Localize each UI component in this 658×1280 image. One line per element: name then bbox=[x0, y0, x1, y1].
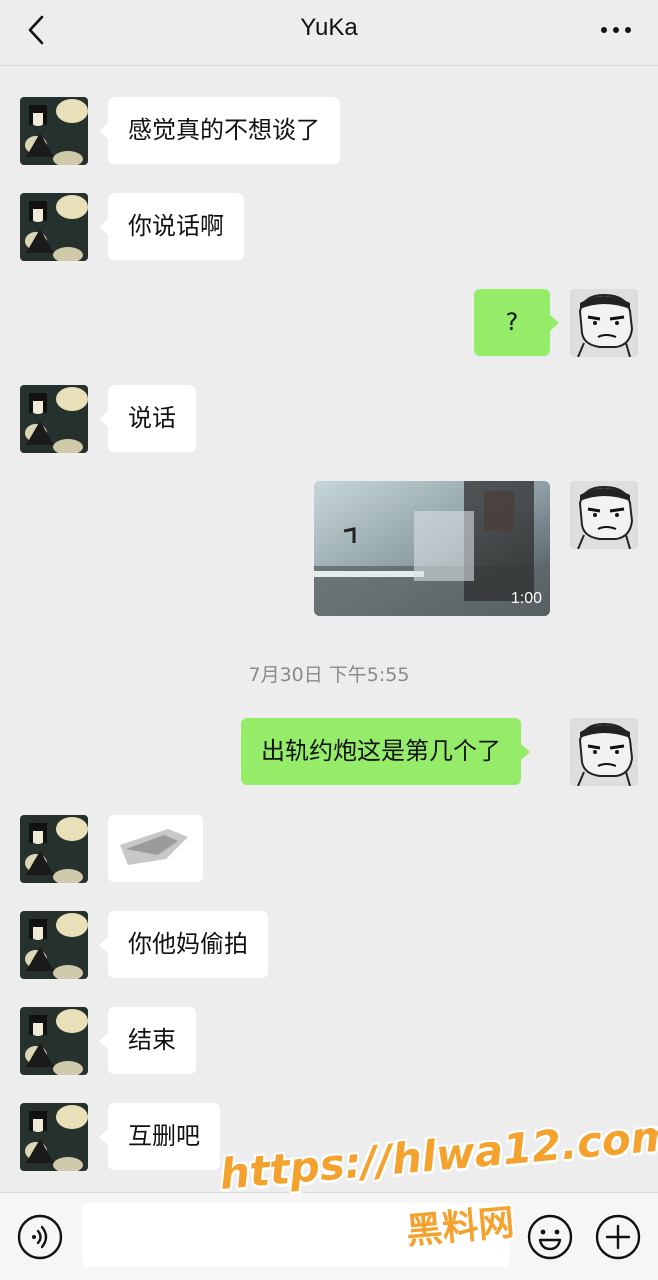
message-input[interactable] bbox=[82, 1203, 510, 1267]
emoji-button[interactable] bbox=[526, 1213, 574, 1261]
emoji-icon bbox=[527, 1214, 573, 1260]
contact-avatar[interactable] bbox=[20, 385, 88, 453]
message-bubble[interactable]: ? bbox=[474, 289, 559, 356]
more-button[interactable] bbox=[596, 14, 636, 46]
input-bar bbox=[0, 1192, 658, 1280]
contact-avatar[interactable] bbox=[20, 97, 88, 165]
chat-screen: YuKa 感觉真的不想谈了 你说话啊 ? 说话 1:00 7月30日 下午5:5… bbox=[0, 0, 658, 1280]
chat-title: YuKa bbox=[300, 14, 358, 41]
message-bubble[interactable]: 结束 bbox=[99, 1007, 196, 1074]
timestamp: 7月30日 下午5:55 bbox=[248, 664, 410, 686]
more-dots-icon bbox=[601, 27, 631, 33]
message-bubble[interactable]: 说话 bbox=[99, 385, 196, 452]
watermark-url: https://hlwa12.com bbox=[217, 1110, 658, 1199]
contact-avatar[interactable] bbox=[20, 1007, 88, 1075]
voice-button[interactable] bbox=[16, 1213, 64, 1261]
sticker-message[interactable] bbox=[108, 815, 203, 882]
message-bubble[interactable]: 你他妈偷拍 bbox=[99, 911, 268, 978]
blurred-sticker-image bbox=[108, 815, 203, 882]
message-bubble[interactable]: 你说话啊 bbox=[99, 193, 244, 260]
contact-avatar[interactable] bbox=[20, 193, 88, 261]
chat-header: YuKa bbox=[0, 0, 658, 66]
plus-icon bbox=[595, 1214, 641, 1260]
contact-avatar[interactable] bbox=[20, 1103, 88, 1171]
video-duration: 1:00 bbox=[510, 590, 542, 607]
voice-icon bbox=[17, 1214, 63, 1260]
video-message[interactable]: 1:00 bbox=[314, 481, 550, 616]
contact-avatar[interactable] bbox=[20, 815, 88, 883]
message-bubble[interactable]: 互删吧 bbox=[99, 1103, 220, 1170]
plus-button[interactable] bbox=[594, 1213, 642, 1261]
user-avatar[interactable] bbox=[570, 289, 638, 357]
message-bubble[interactable]: 出轨约炮这是第几个了 bbox=[241, 718, 530, 785]
contact-avatar[interactable] bbox=[20, 911, 88, 979]
user-avatar[interactable] bbox=[570, 718, 638, 786]
message-bubble[interactable]: 感觉真的不想谈了 bbox=[99, 97, 340, 164]
user-avatar[interactable] bbox=[570, 481, 638, 549]
